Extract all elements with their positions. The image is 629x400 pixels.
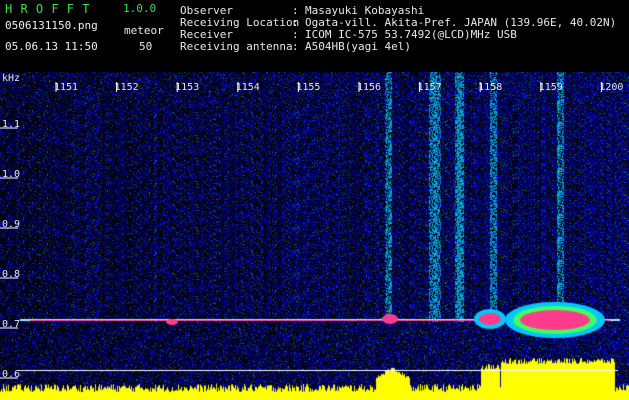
y-tick-label: 1.1 bbox=[2, 119, 20, 130]
y-tick-label: 0.9 bbox=[2, 219, 20, 230]
x-tick-label: 1155 bbox=[296, 82, 320, 93]
x-tick-label: 1153 bbox=[175, 82, 199, 93]
x-tick-label: 1152 bbox=[115, 82, 139, 93]
axis-overlay: 1.1 1.0 0.9 0.8 0.7 0.6 1151 1152 1153 1154 1155 11… bbox=[0, 82, 623, 380]
x-tick-label: 1200 bbox=[599, 82, 623, 93]
x-tick-label: 1159 bbox=[539, 82, 563, 93]
x-tick-label: 1157 bbox=[418, 82, 442, 93]
y-tick-label: 0.6 bbox=[2, 369, 20, 380]
y-tick-label: 0.7 bbox=[2, 319, 20, 330]
y-tick-label: 0.8 bbox=[2, 269, 20, 280]
x-tick-label: 1151 bbox=[54, 82, 78, 93]
x-tick-label: 1156 bbox=[357, 82, 381, 93]
x-tick-label: 1154 bbox=[236, 82, 260, 93]
x-tick-label: 1158 bbox=[478, 82, 502, 93]
y-tick-label: 1.0 bbox=[2, 169, 20, 180]
